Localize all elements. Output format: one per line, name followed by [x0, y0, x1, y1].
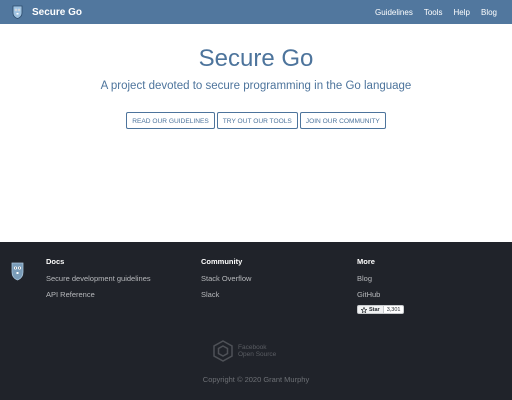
- github-star-button[interactable]: Star: [357, 305, 384, 314]
- page-title: Secure Go: [198, 45, 314, 72]
- footer-link-guidelines[interactable]: Secure development guidelines: [46, 274, 151, 283]
- top-navbar: Secure Go Guidelines Tools Help Blog: [0, 0, 512, 24]
- read-guidelines-button[interactable]: Read our guidelines: [126, 112, 215, 129]
- footer: Docs Secure development guidelines API R…: [0, 242, 512, 400]
- nav-link-guidelines[interactable]: Guidelines: [375, 8, 413, 17]
- github-star-count[interactable]: 3,301: [383, 305, 405, 314]
- footer-link-blog[interactable]: Blog: [357, 274, 404, 283]
- footer-heading-community: Community: [201, 257, 243, 266]
- github-octocat-icon: [361, 306, 367, 313]
- nav-link-help[interactable]: Help: [454, 8, 470, 17]
- gopher-shield-icon: [12, 5, 23, 19]
- facebook-open-source-text: Facebook Open Source: [238, 344, 276, 358]
- footer-link-api-reference[interactable]: API Reference: [46, 290, 151, 299]
- footer-heading-more: More: [357, 257, 375, 266]
- brand-link[interactable]: Secure Go: [12, 5, 82, 19]
- nav-link-tools[interactable]: Tools: [424, 8, 443, 17]
- gopher-shield-icon[interactable]: [11, 261, 24, 281]
- page-subtitle: A project devoted to secure programming …: [100, 80, 412, 92]
- footer-link-slack[interactable]: Slack: [201, 290, 251, 299]
- footer-column-more: More Blog GitHub Star 3,301: [357, 257, 405, 314]
- copyright-text: Copyright © 2020 Grant Murphy: [202, 375, 310, 384]
- facebook-open-source-logo[interactable]: Facebook Open Source: [212, 340, 276, 362]
- cta-buttons: Read our guidelines Try out our tools Jo…: [0, 112, 512, 129]
- footer-column-community: Community Stack Overflow Slack: [201, 257, 251, 299]
- try-tools-button[interactable]: Try out our tools: [216, 112, 298, 129]
- join-community-button[interactable]: Join our community: [299, 112, 386, 129]
- github-star-widget[interactable]: Star 3,301: [357, 305, 405, 314]
- nav-link-blog[interactable]: Blog: [481, 8, 497, 17]
- footer-heading-docs: Docs: [46, 257, 65, 266]
- fos-line-2: Open Source: [238, 351, 277, 358]
- brand-name: Secure Go: [32, 6, 83, 18]
- footer-link-github[interactable]: GitHub: [357, 290, 404, 299]
- nav-links: Guidelines Tools Help Blog: [364, 8, 497, 17]
- github-star-label: Star: [369, 306, 380, 313]
- facebook-open-source-icon: [213, 340, 233, 362]
- fos-line-1: Facebook: [238, 344, 267, 351]
- footer-link-stack-overflow[interactable]: Stack Overflow: [201, 274, 251, 283]
- footer-column-docs: Docs Secure development guidelines API R…: [46, 257, 151, 299]
